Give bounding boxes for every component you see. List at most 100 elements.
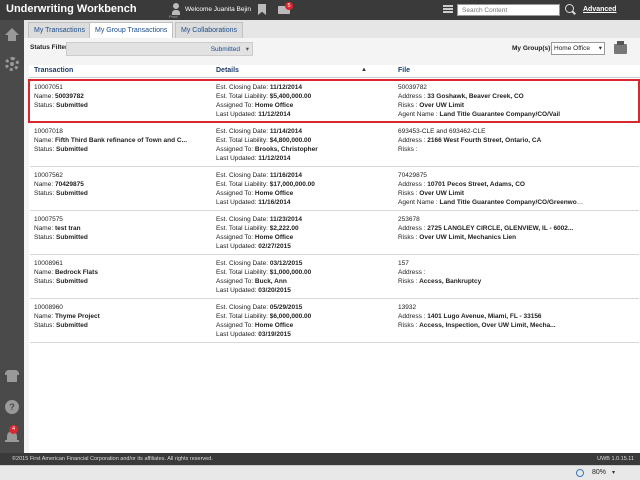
total-liability: Est. Total Liability: $1,000,000.00 [216,269,312,276]
file-address: Address : [398,269,426,276]
transaction-status: Status: Submitted [34,102,88,109]
details-cell: Est. Closing Date: 11/12/2014 Est. Total … [216,83,396,119]
transaction-id: 10008960 [34,304,63,311]
phone-icon[interactable] [5,369,19,383]
total-liability: Est. Total Liability: $2,222.00 [216,225,299,232]
table-row[interactable]: 10008961 Name: Bedrock Flats Status: Submi… [30,255,639,299]
transaction-id: 10007575 [34,216,63,223]
top-bar: Underwriting Workbench Prod Welcome Juan… [0,0,640,20]
tab-my-group-transactions[interactable]: My Group Transactions [89,22,174,39]
file-address: Address : 1401 Lugo Avenue, Miami, FL - … [398,313,542,320]
agent-name: Agent Name : Land Title Guarantee Compan… [398,111,561,118]
file-cell: 253678 Address : 2725 LANGLEY CIRCLE, GLE… [398,215,584,242]
closing-date: Est. Closing Date: 11/14/2014 [216,128,303,135]
last-updated: Last Updated: 11/12/2014 [216,111,291,118]
assigned-to: Assigned To: Buck, Ann [216,278,287,285]
column-header-details[interactable]: Details [216,67,239,74]
file-address: Address : 10701 Pecos Street, Adams, CO [398,181,525,188]
column-header-file[interactable]: File [398,67,410,74]
transaction-id: 10007018 [34,128,63,135]
footer: ©2015 First American Financial Corporati… [0,453,640,465]
table-header [29,65,640,78]
file-number: 157 [398,260,409,267]
details-cell: Est. Closing Date: 11/14/2014 Est. Total … [216,127,396,163]
assigned-to: Assigned To: Home Office [216,102,294,109]
table-row[interactable]: 10008960 Name: Thyme Project Status: Submi… [30,299,639,343]
zoom-level[interactable]: 80% [592,469,606,476]
print-icon[interactable] [614,41,627,54]
gear-icon[interactable] [5,57,19,71]
table-row[interactable]: 10007562 Name: 70429875 Status: Submitted E… [30,167,639,211]
notification-count-badge: 4 [9,425,18,434]
assigned-to: Assigned To: Home Office [216,234,294,241]
table-row[interactable]: 10007018 Name: Fifth Third Bank refinance… [30,123,639,167]
groups-label: My Group(s): [512,45,553,52]
file-risks: Risks : Access, Bankruptcy [398,278,482,285]
transaction-cell: 10008961 Name: Bedrock Flats Status: Submi… [34,259,214,286]
file-number: 50039782 [398,84,427,91]
transaction-name: Name: Bedrock Flats [34,269,98,276]
version-text: UWB 1.0.15.11 [597,456,634,462]
last-updated: Last Updated: 11/16/2014 [216,199,291,206]
closing-date: Est. Closing Date: 05/29/2015 [216,304,303,311]
column-header-transaction[interactable]: Transaction [34,67,73,74]
transaction-name: Name: test tran [34,225,81,232]
transaction-cell: 10007018 Name: Fifth Third Bank refinance… [34,127,214,154]
closing-date: Est. Closing Date: 11/23/2014 [216,216,303,223]
total-liability: Est. Total Liability: $17,000,000.00 [216,181,315,188]
user-environment-label: Prod [169,14,178,19]
advanced-search-link[interactable]: Advanced [583,6,616,13]
tab-my-collaborations[interactable]: My Collaborations [175,22,244,38]
file-number: 13932 [398,304,417,311]
file-number: 70429875 [398,172,427,179]
welcome-text: Welcome Juanita Bejin [185,6,251,13]
transaction-name: Name: 50039782 [34,93,84,100]
zoom-dropdown-icon[interactable]: ▾ [612,469,615,476]
help-icon[interactable]: ? [5,400,19,414]
list-icon[interactable] [443,5,453,15]
search-input[interactable] [457,4,560,16]
last-updated: Last Updated: 02/27/2015 [216,243,291,250]
copyright-text: ©2015 First American Financial Corporati… [12,456,213,462]
file-cell: 157 Address : Risks : Access, Bankruptcy [398,259,584,286]
transaction-status: Status: Submitted [34,234,88,241]
table-row[interactable]: 10007575 Name: test tran Status: Submitted… [30,211,639,255]
file-risks: Risks : Over UW Limit, Mechanics Lien [398,234,517,241]
assigned-to: Assigned To: Brooks, Christopher [216,146,318,153]
status-filter-select[interactable]: Submitted [66,42,253,56]
bookmark-icon[interactable] [258,4,266,15]
file-risks: Risks : Access, Inspection, Over UW Limi… [398,322,556,329]
status-bar: 80% ▾ [0,465,640,480]
transaction-status: Status: Submitted [34,146,88,153]
transaction-name: Name: Fifth Third Bank refinance of Town… [34,137,188,144]
tab-my-transactions[interactable]: My Transactions [28,22,91,38]
zoom-icon[interactable] [576,469,584,477]
mail-count-badge: 5 [285,2,293,10]
groups-select[interactable]: Home Office [551,42,605,55]
transaction-cell: 10007051 Name: 50039782 Status: Submitted [34,83,214,110]
transaction-id: 10007051 [34,84,63,91]
transaction-status: Status: Submitted [34,278,88,285]
closing-date: Est. Closing Date: 11/16/2014 [216,172,303,179]
search-icon[interactable] [565,4,574,13]
total-liability: Est. Total Liability: $5,400,000.00 [216,93,312,100]
sort-ascending-icon[interactable]: ▲ [361,67,367,73]
home-icon[interactable] [5,28,19,42]
transaction-status: Status: Submitted [34,322,88,329]
file-address: Address : 2166 West Fourth Street, Ontar… [398,137,542,144]
file-risks: Risks : [398,146,418,153]
closing-date: Est. Closing Date: 11/12/2014 [216,84,303,91]
assigned-to: Assigned To: Home Office [216,190,294,197]
file-risks: Risks : Over UW Limit [398,190,465,197]
file-cell: 50039782 Address : 33 Goshawk, Beaver Cre… [398,83,584,119]
file-number: 693453-CLE and 693462-CLE [398,128,486,135]
transaction-id: 10008961 [34,260,63,267]
file-number: 253678 [398,216,420,223]
file-cell: 70429875 Address : 10701 Pecos Street, Ad… [398,171,584,207]
file-address: Address : 2725 LANGLEY CIRCLE, GLENVIEW,… [398,225,574,232]
transaction-name: Name: 70429875 [34,181,84,188]
details-cell: Est. Closing Date: 11/23/2014 Est. Total … [216,215,396,251]
assigned-to: Assigned To: Home Office [216,322,294,329]
total-liability: Est. Total Liability: $6,000,000.00 [216,313,312,320]
table-row[interactable]: 10007051 Name: 50039782 Status: Submitted E… [28,79,640,123]
